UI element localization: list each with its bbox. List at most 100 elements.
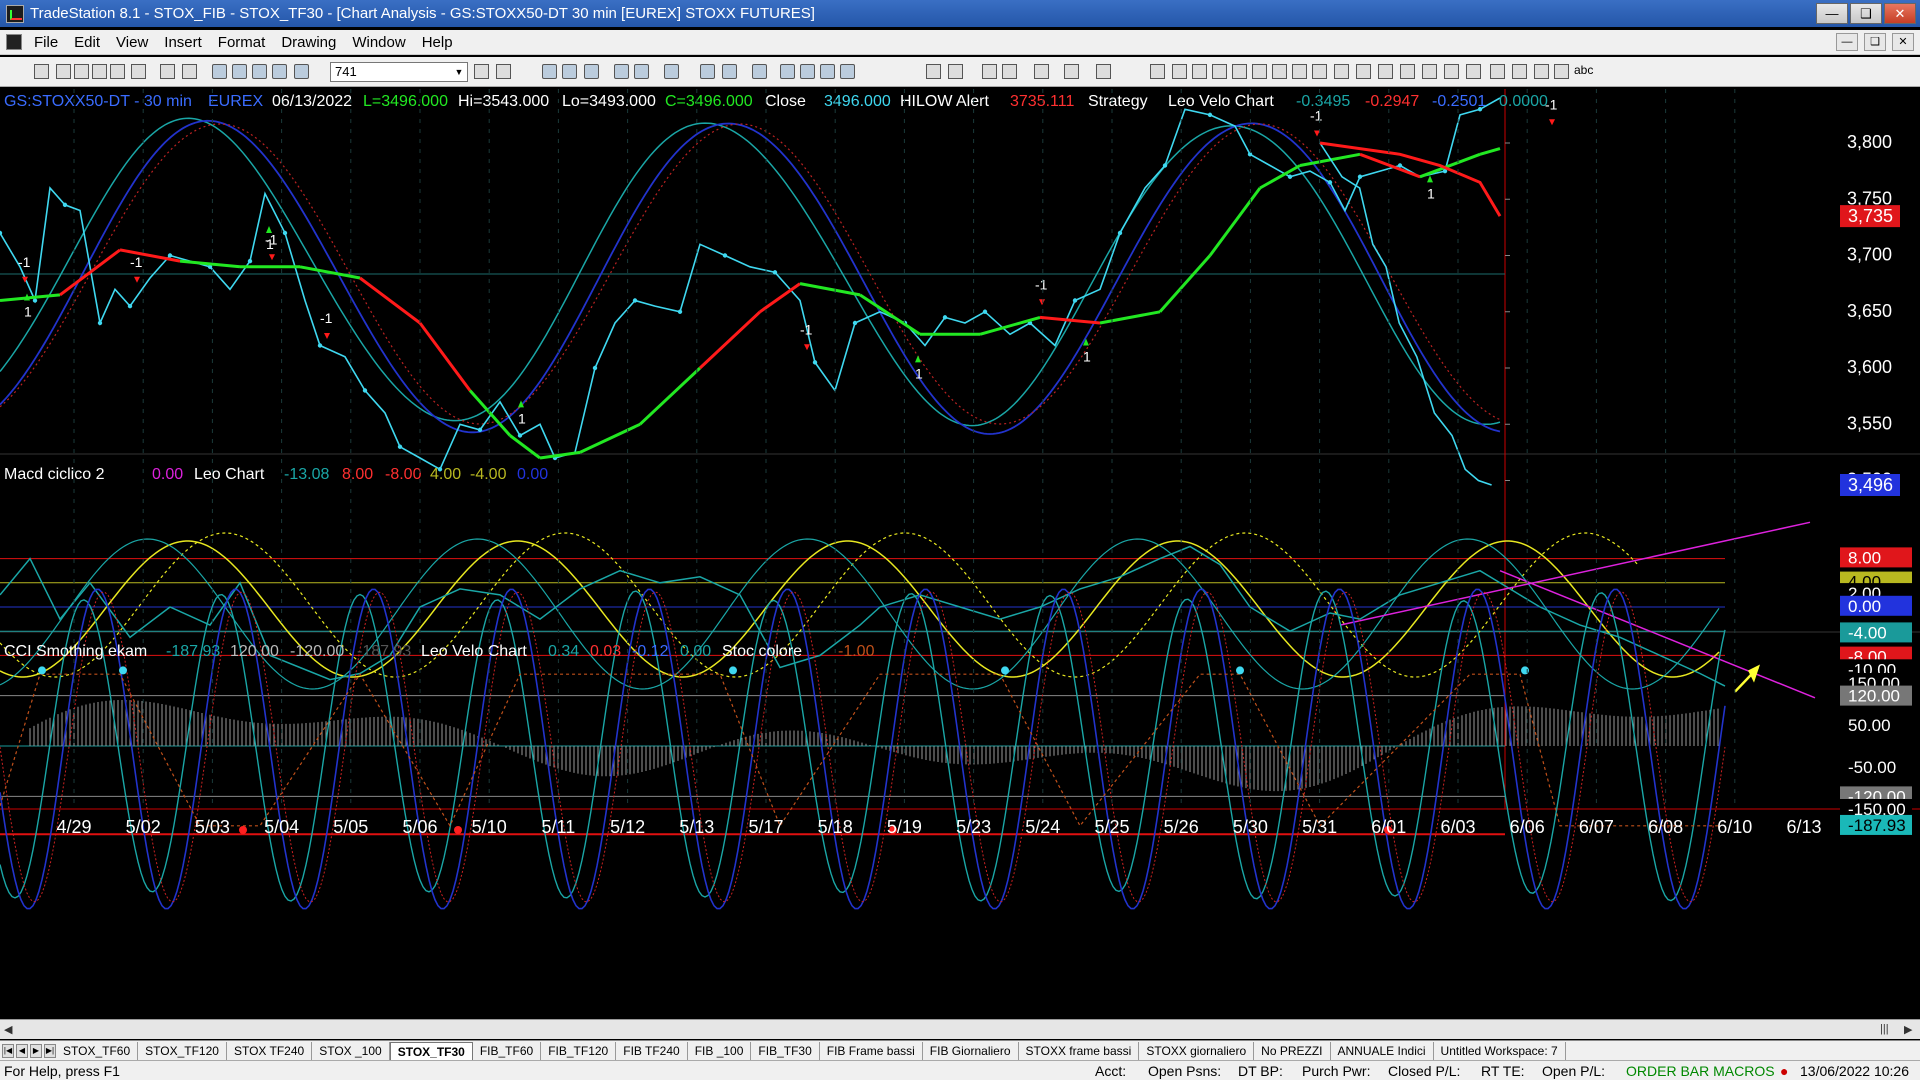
go-arrow-icon[interactable]	[474, 64, 489, 79]
pointer-icon[interactable]	[982, 64, 997, 79]
chart-icon[interactable]	[212, 64, 227, 79]
tools-icon[interactable]	[1034, 64, 1049, 79]
zoom-in-icon[interactable]	[926, 64, 941, 79]
andrews-icon[interactable]	[1356, 64, 1371, 79]
new-icon[interactable]	[34, 64, 49, 79]
strategy-icon[interactable]	[634, 64, 649, 79]
chart-analysis-window[interactable]: -1 -1 -1 -1 -1 -1 -1 -1 1 1 1 1 1 1 3,800 3,750 3,700 3,6…	[0, 89, 1920, 1040]
line-chart-icon[interactable]	[562, 64, 577, 79]
menu-file[interactable]: File	[26, 34, 66, 51]
tab-first-icon[interactable]: |◀	[2, 1043, 14, 1058]
arc-icon[interactable]	[1422, 64, 1437, 79]
mdi-close-button[interactable]: ✕	[1892, 33, 1914, 51]
tab-next-icon[interactable]: ▶	[30, 1043, 42, 1058]
rectangle-icon[interactable]	[1534, 64, 1549, 79]
chevron-down-icon[interactable]: ▼	[452, 64, 466, 80]
menu-window[interactable]: Window	[344, 34, 413, 51]
workspace-icon[interactable]	[92, 64, 107, 79]
matrix-icon[interactable]	[252, 64, 267, 79]
save-icon[interactable]	[110, 64, 125, 79]
link-icon[interactable]	[752, 64, 767, 79]
arrow-down-icon[interactable]	[1490, 64, 1505, 79]
scroll-bars-icon[interactable]: |||	[1880, 1023, 1889, 1035]
open-icon[interactable]	[56, 64, 71, 79]
crosshair-icon[interactable]	[1002, 64, 1017, 79]
layout-icon[interactable]	[722, 64, 737, 79]
symbol-input[interactable]: 741 ▼	[330, 62, 468, 82]
text-tool-icon[interactable]	[1554, 64, 1569, 79]
folder-icon[interactable]	[74, 64, 89, 79]
zoom-out-icon[interactable]	[948, 64, 963, 79]
arrow-up-icon[interactable]	[1466, 64, 1481, 79]
tab-stox-tf240[interactable]: STOX TF240	[227, 1041, 313, 1060]
tab-fib-tf60[interactable]: FIB_TF60	[473, 1041, 542, 1060]
tab-fib-tf30[interactable]: FIB_TF30	[751, 1041, 820, 1060]
ellipse-icon[interactable]	[1292, 64, 1307, 79]
speed-icon[interactable]	[1252, 64, 1267, 79]
tab-untitled-workspace-7[interactable]: Untitled Workspace: 7	[1434, 1041, 1566, 1060]
menu-drawing[interactable]: Drawing	[273, 34, 344, 51]
stats-icon[interactable]	[800, 64, 815, 79]
tab-stox-tf120[interactable]: STOX_TF120	[138, 1041, 227, 1060]
circle-icon[interactable]	[1512, 64, 1527, 79]
hline-icon[interactable]	[1172, 64, 1187, 79]
menu-insert[interactable]: Insert	[156, 34, 210, 51]
chart-window-icon[interactable]	[6, 34, 22, 50]
triangle-icon[interactable]	[1444, 64, 1459, 79]
maximize-button[interactable]: ❑	[1850, 3, 1882, 24]
tab-fib-giornaliero[interactable]: FIB Giornaliero	[923, 1041, 1019, 1060]
order-bar-macros[interactable]: ORDER BAR MACROS	[1626, 1063, 1775, 1079]
minimize-button[interactable]: —	[1816, 3, 1848, 24]
scroll-right-icon[interactable]: ▶	[1904, 1023, 1912, 1036]
tab-stox-100[interactable]: STOX _100	[312, 1041, 390, 1060]
menu-view[interactable]: View	[108, 34, 156, 51]
fib-icon[interactable]	[1232, 64, 1247, 79]
bar-chart-icon[interactable]	[542, 64, 557, 79]
radar-icon[interactable]	[232, 64, 247, 79]
horizontal-scrollbar[interactable]: ◀ ||| ▶	[0, 1019, 1920, 1039]
scroll-left-icon[interactable]: ◀	[4, 1023, 12, 1036]
tab-stoxx-giornaliero[interactable]: STOXX giornaliero	[1139, 1041, 1255, 1060]
tab-fib-tf240[interactable]: FIB TF240	[616, 1041, 688, 1060]
tab-annuale-indici[interactable]: ANNUALE Indici	[1331, 1041, 1434, 1060]
scanner-icon[interactable]	[272, 64, 287, 79]
macro-icon[interactable]	[780, 64, 795, 79]
text-label-tool[interactable]: abc	[1574, 63, 1593, 77]
close-button[interactable]: ✕	[1884, 3, 1916, 24]
channel-icon[interactable]	[1212, 64, 1227, 79]
pen-icon[interactable]	[1400, 64, 1415, 79]
globe-icon[interactable]	[294, 64, 309, 79]
menu-format[interactable]: Format	[210, 34, 274, 51]
eraser-icon[interactable]	[1096, 64, 1111, 79]
menu-help[interactable]: Help	[414, 34, 461, 51]
trendline-icon[interactable]	[1150, 64, 1165, 79]
tab-prev-icon[interactable]: ◀	[16, 1043, 28, 1058]
vline-icon[interactable]	[1192, 64, 1207, 79]
menu-edit[interactable]: Edit	[66, 34, 108, 51]
tab-last-icon[interactable]: ▶|	[44, 1043, 56, 1058]
chart-canvas[interactable]: -1 -1-1-1-1-1-1-11111113,8003,7503,7003,6…	[0, 89, 1920, 1019]
format-icon[interactable]	[664, 64, 679, 79]
mdi-restore-button[interactable]: ❑	[1864, 33, 1886, 51]
mdi-minimize-button[interactable]: —	[1836, 33, 1858, 51]
data-window-icon[interactable]	[700, 64, 715, 79]
tab-no-prezzi[interactable]: No PREZZI	[1254, 1041, 1331, 1060]
tab-stox-tf30[interactable]: STOX_TF30	[389, 1041, 473, 1060]
tab-stoxx-frame-bassi[interactable]: STOXX frame bassi	[1019, 1041, 1140, 1060]
gann-icon[interactable]	[1272, 64, 1287, 79]
space-icon[interactable]	[840, 64, 855, 79]
arrow-tool-icon[interactable]	[1334, 64, 1349, 79]
print-preview-icon[interactable]	[160, 64, 175, 79]
fan-icon[interactable]	[1312, 64, 1327, 79]
tab-fib-frame-bassi[interactable]: FIB Frame bassi	[820, 1041, 923, 1060]
regression-icon[interactable]	[1378, 64, 1393, 79]
print-icon[interactable]	[182, 64, 197, 79]
tab-stox-tf60[interactable]: STOX_TF60	[56, 1041, 139, 1060]
tab-fib-tf120[interactable]: FIB_TF120	[541, 1041, 617, 1060]
drawing-icon[interactable]	[1064, 64, 1079, 79]
candle-icon[interactable]	[584, 64, 599, 79]
find-icon[interactable]	[496, 64, 511, 79]
alert-icon[interactable]	[820, 64, 835, 79]
indicator-icon[interactable]	[614, 64, 629, 79]
lock-icon[interactable]	[131, 64, 146, 79]
